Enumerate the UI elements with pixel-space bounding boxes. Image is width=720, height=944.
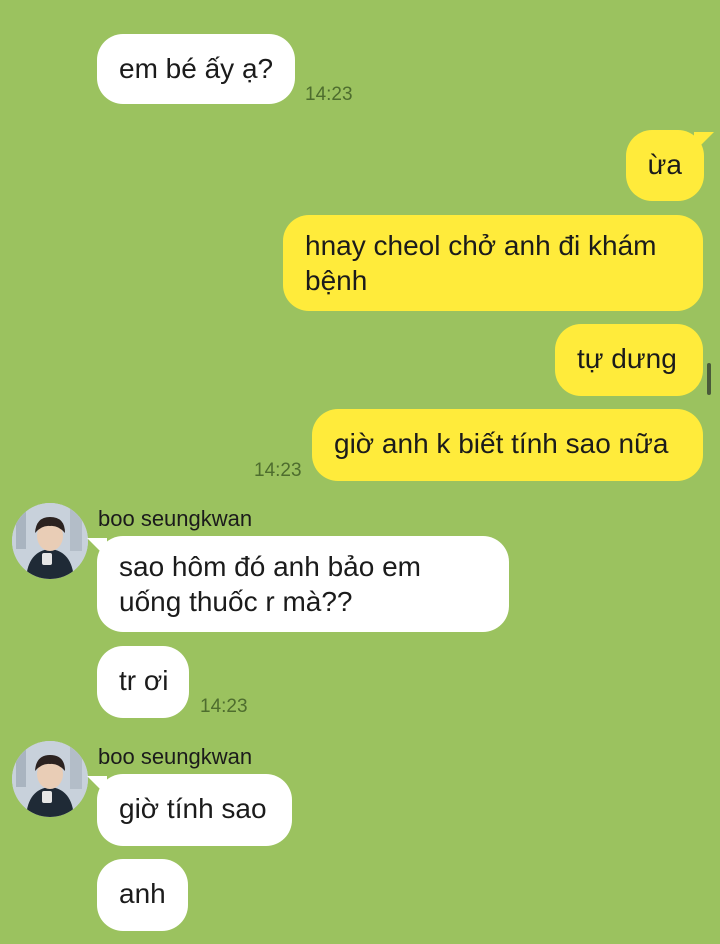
message-timestamp: 14:23 — [254, 460, 302, 481]
message-text: em bé ấy ạ? — [119, 53, 274, 84]
outgoing-message-bubble[interactable]: ừa — [625, 130, 704, 201]
message-text: anh — [119, 878, 166, 909]
message-text: hnay cheol chở anh đi khám bệnh — [305, 230, 657, 296]
message-text: ừa — [647, 149, 682, 180]
message-text: tự dưng — [577, 343, 677, 374]
profile-photo-icon — [12, 503, 88, 579]
message-text: giờ anh k biết tính sao nữa — [334, 428, 669, 459]
sender-name: boo seungkwan — [98, 506, 253, 531]
incoming-message-bubble[interactable]: anh — [97, 859, 188, 931]
avatar[interactable] — [12, 503, 88, 579]
incoming-message-bubble[interactable]: sao hôm đó anh bảo em uống thuốc r mà?? — [97, 536, 509, 632]
message-text: tr ơi — [119, 665, 169, 696]
outgoing-message-bubble[interactable]: tự dưng — [555, 324, 703, 396]
incoming-message-bubble[interactable]: tr ơi — [97, 646, 189, 718]
message-timestamp: 14:23 — [305, 84, 353, 105]
outgoing-message-bubble[interactable]: giờ anh k biết tính sao nữa — [312, 409, 703, 481]
incoming-message-bubble[interactable]: em bé ấy ạ? — [97, 34, 296, 104]
avatar[interactable] — [12, 741, 88, 817]
message-text: sao hôm đó anh bảo em uống thuốc r mà?? — [119, 551, 421, 617]
message-timestamp: 14:23 — [200, 696, 248, 717]
outgoing-message-bubble[interactable]: hnay cheol chở anh đi khám bệnh — [283, 215, 703, 311]
scrollbar[interactable] — [707, 363, 711, 395]
profile-photo-icon — [12, 741, 88, 817]
sender-name: boo seungkwan — [98, 744, 253, 769]
chat-area[interactable]: em bé ấy ạ? 14:23 ừa hnay cheol chở anh … — [0, 0, 720, 944]
message-text: giờ tính sao — [119, 793, 267, 824]
incoming-message-bubble[interactable]: giờ tính sao — [97, 774, 292, 846]
